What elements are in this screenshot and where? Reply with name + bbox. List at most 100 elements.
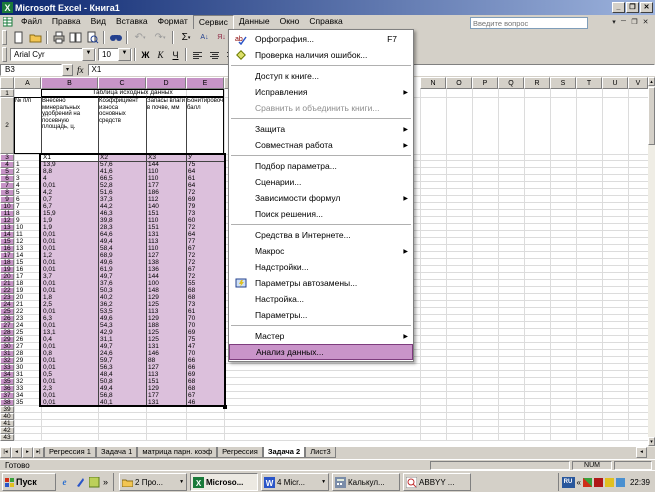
restore-icon[interactable]: ❐: [626, 2, 639, 13]
doc-close-icon[interactable]: ✕: [640, 18, 651, 26]
row-header-24[interactable]: 24: [0, 301, 14, 308]
chevron-down-icon[interactable]: ▼: [82, 48, 95, 61]
menu-item-Макрос[interactable]: Макрос▶: [229, 243, 413, 259]
tab-матрица парн. коэф[interactable]: матрица парн. коэф: [137, 447, 217, 458]
menu-Формат[interactable]: Формат: [153, 15, 193, 28]
row-header-23[interactable]: 23: [0, 294, 14, 301]
fill-handle[interactable]: [223, 405, 227, 409]
cell[interactable]: 17: [14, 273, 41, 280]
cell[interactable]: 26: [14, 336, 41, 343]
close-icon[interactable]: ✕: [640, 2, 653, 13]
menu-item-Орфография[interactable]: abОрфография...F7: [229, 31, 413, 47]
menu-Справка[interactable]: Справка: [304, 15, 347, 28]
cell[interactable]: 6: [14, 196, 41, 203]
row-header-13[interactable]: 13: [0, 224, 14, 231]
row-header-9[interactable]: 9: [0, 196, 14, 203]
next-sheet-icon[interactable]: ▸: [22, 447, 33, 458]
tab-scroll-icon[interactable]: ◂: [636, 447, 647, 458]
row-header-43[interactable]: 43: [0, 434, 14, 441]
row-header-34[interactable]: 34: [0, 371, 14, 378]
cell[interactable]: 25: [14, 329, 41, 336]
menu-Вид[interactable]: Вид: [86, 15, 111, 28]
cell[interactable]: 35: [14, 399, 41, 406]
menu-item-Поиск решения[interactable]: Поиск решения...: [229, 206, 413, 222]
menu-item-Проверка наличия ошибок[interactable]: Проверка наличия ошибок...: [229, 47, 413, 63]
cell[interactable]: 29: [14, 357, 41, 364]
row-header-30[interactable]: 30: [0, 343, 14, 350]
row-header-25[interactable]: 25: [0, 308, 14, 315]
menu-item-Подбор параметра[interactable]: Подбор параметра...: [229, 158, 413, 174]
fx-icon[interactable]: fx: [77, 65, 84, 75]
menu-item-Надстройки[interactable]: Надстройки...: [229, 259, 413, 275]
menu-Правка[interactable]: Правка: [47, 15, 86, 28]
cell[interactable]: 34: [14, 392, 41, 399]
row-header-11[interactable]: 11: [0, 210, 14, 217]
row-header-22[interactable]: 22: [0, 287, 14, 294]
taskbar-button-Microso[interactable]: XMicroso...: [190, 473, 258, 491]
row-header-28[interactable]: 28: [0, 329, 14, 336]
cell[interactable]: 2: [14, 168, 41, 175]
menu-item-Сравнить и объединить книги[interactable]: Сравнить и объединить книги...: [229, 100, 413, 116]
cell[interactable]: 14: [14, 252, 41, 259]
taskbar-button-4 Micr[interactable]: W4 Micr...▼: [261, 473, 329, 491]
row-header-3[interactable]: 3: [0, 154, 14, 161]
cell[interactable]: 24: [14, 322, 41, 329]
font-name-combo[interactable]: Arial Cyr▼: [10, 48, 96, 61]
pen-launcher-icon[interactable]: [73, 476, 86, 489]
cell[interactable]: 32: [14, 378, 41, 385]
chevron-down-icon[interactable]: ▼: [118, 48, 131, 61]
cell[interactable]: 15: [14, 259, 41, 266]
bold-button[interactable]: Ж: [138, 48, 153, 62]
cell[interactable]: 4: [14, 182, 41, 189]
row-header-14[interactable]: 14: [0, 231, 14, 238]
menu-item-Мастер[interactable]: Мастер▶: [229, 328, 413, 344]
column-header-N[interactable]: N: [420, 77, 446, 89]
cell[interactable]: 9: [14, 217, 41, 224]
doc-restore-icon[interactable]: ❐: [629, 18, 640, 26]
column-header-A[interactable]: A: [14, 77, 41, 89]
row-header-4[interactable]: 4: [0, 161, 14, 168]
menu-item-Доступ к книге[interactable]: Доступ к книге...: [229, 68, 413, 84]
row-header-33[interactable]: 33: [0, 364, 14, 371]
row-header-10[interactable]: 10: [0, 203, 14, 210]
cell[interactable]: 5: [14, 189, 41, 196]
row-header-12[interactable]: 12: [0, 217, 14, 224]
redo-button[interactable]: ↷▾: [150, 30, 170, 45]
question-dropdown-icon[interactable]: ▾: [610, 18, 618, 26]
name-box[interactable]: B3: [0, 64, 62, 76]
scroll-up-icon[interactable]: ▴: [648, 77, 655, 86]
cell[interactable]: 16: [14, 266, 41, 273]
row-header-17[interactable]: 17: [0, 252, 14, 259]
toolbar-grip[interactable]: [2, 30, 7, 45]
scroll-down-icon[interactable]: ▾: [648, 437, 655, 446]
start-button[interactable]: Пуск: [2, 473, 56, 491]
cell[interactable]: 12: [14, 238, 41, 245]
open-button[interactable]: [27, 30, 44, 45]
menu-item-Совместная работа[interactable]: Совместная работа▶: [229, 137, 413, 153]
internet-explorer-icon[interactable]: e: [58, 476, 71, 489]
cell[interactable]: 21: [14, 301, 41, 308]
row-header-5[interactable]: 5: [0, 168, 14, 175]
print-button[interactable]: [50, 30, 67, 45]
cell[interactable]: 7: [14, 203, 41, 210]
menu-Файл[interactable]: Файл: [16, 15, 47, 28]
italic-button[interactable]: К: [153, 48, 168, 62]
undo-button[interactable]: ↶▾: [130, 30, 150, 45]
prev-sheet-icon[interactable]: ◂: [11, 447, 22, 458]
select-all-corner[interactable]: [0, 77, 14, 89]
menu-item-Защита[interactable]: Защита▶: [229, 121, 413, 137]
header-cell-b[interactable]: Внесено минеральных удобрений на посевну…: [41, 97, 98, 154]
font-size-combo[interactable]: 10▼: [98, 48, 132, 61]
cell[interactable]: 20: [14, 294, 41, 301]
header-cell-c[interactable]: Коэффициент износа основных средств: [98, 97, 146, 154]
taskbar-button-ABBYY[interactable]: ABBYY ...: [403, 473, 471, 491]
tray-app-icon[interactable]: [605, 478, 614, 487]
new-button[interactable]: [10, 30, 27, 45]
cell[interactable]: 13: [14, 245, 41, 252]
menu-item-Зависимости формул[interactable]: Зависимости формул▶: [229, 190, 413, 206]
menu-Сервис[interactable]: Сервис: [193, 15, 234, 30]
language-indicator[interactable]: RU: [562, 477, 575, 488]
cell[interactable]: 8: [14, 210, 41, 217]
cell[interactable]: 30: [14, 364, 41, 371]
row-header-38[interactable]: 38: [0, 399, 14, 406]
